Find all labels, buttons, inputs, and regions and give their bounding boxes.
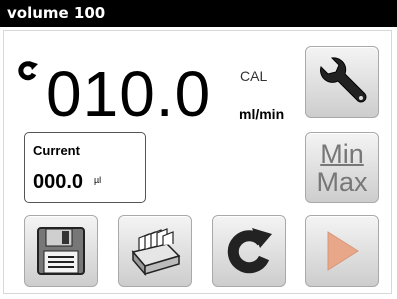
refresh-icon <box>224 226 274 276</box>
window-title: volume 100 <box>7 4 106 22</box>
library-button[interactable] <box>118 215 192 287</box>
min-max-button[interactable]: Min Max <box>305 132 379 203</box>
card-file-icon <box>127 226 183 276</box>
flow-rate-display: 010.0 <box>46 58 212 130</box>
play-icon <box>322 229 362 273</box>
current-value: 000.0 <box>33 171 84 193</box>
save-button[interactable] <box>24 215 98 287</box>
current-label: Current <box>33 143 80 158</box>
min-max-label: Min Max <box>316 140 367 196</box>
floppy-disk-icon <box>36 226 86 276</box>
current-volume-box: Current 000.0 µl <box>24 132 146 203</box>
current-unit: µl <box>94 175 102 185</box>
refresh-small-icon <box>17 60 39 82</box>
refresh-button[interactable] <box>212 215 286 287</box>
min-label: Min <box>320 138 364 169</box>
cal-label: CAL <box>240 68 268 84</box>
max-label: Max <box>316 166 368 197</box>
wrench-icon <box>314 54 370 110</box>
play-button[interactable] <box>305 215 379 287</box>
flow-unit-label: ml/min <box>239 106 285 122</box>
settings-button[interactable] <box>305 46 379 118</box>
title-bar: volume 100 <box>0 0 397 27</box>
